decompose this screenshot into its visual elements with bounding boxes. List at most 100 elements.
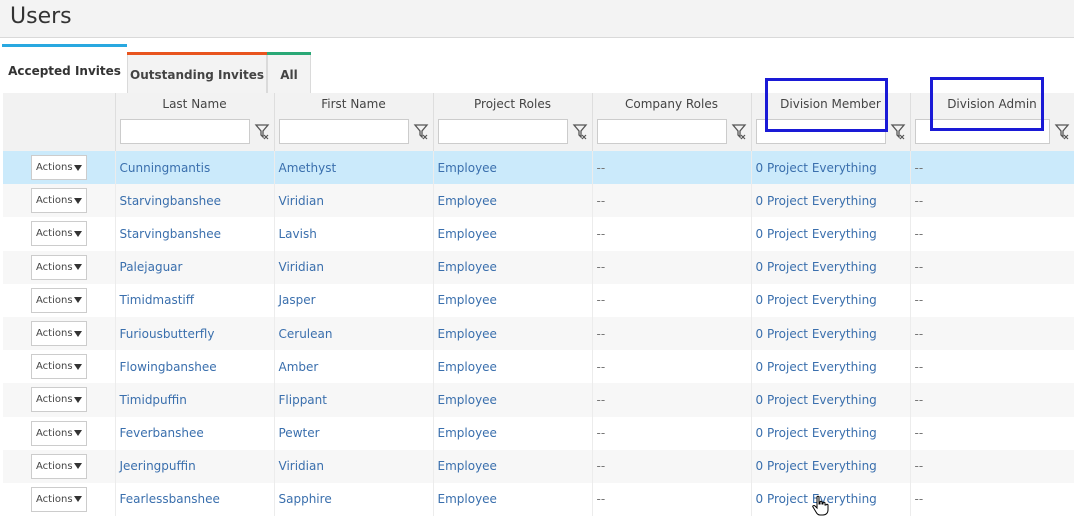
division-member-link[interactable]: 0 Project Everything xyxy=(751,283,911,317)
actions-dropdown-button[interactable]: Actions xyxy=(31,287,87,313)
caret-down-icon xyxy=(74,297,82,304)
funnel-icon[interactable] xyxy=(1054,121,1070,141)
table-row[interactable]: Actions Starvingbanshee Lavish Employee … xyxy=(3,217,1074,251)
table-row[interactable]: Actions Feverbanshee Pewter Employee -- … xyxy=(3,416,1074,450)
actions-cell: Actions xyxy=(3,350,116,384)
project-roles-link[interactable]: Employee xyxy=(433,416,593,450)
actions-dropdown-button[interactable]: Actions xyxy=(31,188,87,214)
division-member-link[interactable]: 0 Project Everything xyxy=(751,482,911,516)
actions-dropdown-button[interactable]: Actions xyxy=(31,420,87,446)
funnel-icon[interactable] xyxy=(413,121,429,141)
table-row[interactable]: Actions Palejaguar Viridian Employee -- … xyxy=(3,250,1074,284)
actions-dropdown-button[interactable]: Actions xyxy=(31,354,87,380)
first-name-link[interactable]: Lavish xyxy=(274,217,434,251)
first-name-link[interactable]: Flippant xyxy=(274,383,434,417)
funnel-icon[interactable] xyxy=(254,121,270,141)
table-row[interactable]: Actions Timidmastiff Jasper Employee -- … xyxy=(3,283,1074,317)
project-roles-link[interactable]: Employee xyxy=(433,383,593,417)
last-name-link[interactable]: Jeeringpuffin xyxy=(115,449,275,483)
actions-dropdown-button[interactable]: Actions xyxy=(31,453,87,479)
division-member-link[interactable]: 0 Project Everything xyxy=(751,416,911,450)
division-member-link[interactable]: 0 Project Everything xyxy=(751,383,911,417)
division-member-link[interactable]: 0 Project Everything xyxy=(751,151,911,185)
column-header-company-roles[interactable]: Company Roles xyxy=(592,93,752,151)
last-name-filter-input[interactable] xyxy=(119,119,250,144)
table-row[interactable]: Actions Starvingbanshee Viridian Employe… xyxy=(3,184,1074,218)
table-row[interactable]: Actions Cunningmantis Amethyst Employee … xyxy=(3,151,1074,185)
caret-down-icon xyxy=(74,396,82,403)
last-name-link[interactable]: Cunningmantis xyxy=(115,151,275,185)
last-name-link[interactable]: Furiousbutterfly xyxy=(115,316,275,351)
company-roles-filter-input[interactable] xyxy=(596,119,727,144)
column-header-last-name[interactable]: Last Name xyxy=(115,93,275,151)
last-name-link[interactable]: Timidpuffin xyxy=(115,383,275,417)
last-name-link[interactable]: Starvingbanshee xyxy=(115,184,275,218)
actions-label: Actions xyxy=(36,294,73,306)
last-name-link[interactable]: Timidmastiff xyxy=(115,283,275,317)
division-admin-cell: -- xyxy=(910,217,1074,251)
first-name-link[interactable]: Viridian xyxy=(274,449,434,483)
actions-cell: Actions xyxy=(3,217,116,251)
division-member-link[interactable]: 0 Project Everything xyxy=(751,184,911,218)
project-roles-link[interactable]: Employee xyxy=(433,184,593,218)
column-header-project-roles[interactable]: Project Roles xyxy=(433,93,593,151)
table-row[interactable]: Actions Fearlessbanshee Sapphire Employe… xyxy=(3,482,1074,516)
first-name-link[interactable]: Amethyst xyxy=(274,151,434,185)
division-member-link[interactable]: 0 Project Everything xyxy=(751,449,911,483)
division-member-link[interactable]: 0 Project Everything xyxy=(751,350,911,384)
first-name-link[interactable]: Sapphire xyxy=(274,482,434,516)
project-roles-link[interactable]: Employee xyxy=(433,283,593,317)
tab-outstanding-invites[interactable]: Outstanding Invites xyxy=(127,52,267,94)
actions-label: Actions xyxy=(36,195,73,207)
tab-accent-bar xyxy=(267,52,311,55)
funnel-icon[interactable] xyxy=(572,121,588,141)
table-row[interactable]: Actions Jeeringpuffin Viridian Employee … xyxy=(3,449,1074,483)
project-roles-filter-input[interactable] xyxy=(437,119,568,144)
project-roles-link[interactable]: Employee xyxy=(433,350,593,384)
actions-cell: Actions xyxy=(3,449,116,483)
filter-row xyxy=(119,119,270,145)
table-row[interactable]: Actions Timidpuffin Flippant Employee --… xyxy=(3,383,1074,417)
project-roles-link[interactable]: Employee xyxy=(433,151,593,185)
page-title: Users xyxy=(10,4,72,29)
first-name-link[interactable]: Viridian xyxy=(274,184,434,218)
project-roles-link[interactable]: Employee xyxy=(433,250,593,284)
first-name-link[interactable]: Viridian xyxy=(274,250,434,284)
division-admin-cell: -- xyxy=(910,449,1074,483)
last-name-link[interactable]: Feverbanshee xyxy=(115,416,275,450)
project-roles-link[interactable]: Employee xyxy=(433,449,593,483)
table-row[interactable]: Actions Flowingbanshee Amber Employee --… xyxy=(3,350,1074,384)
caret-down-icon xyxy=(74,230,82,237)
division-member-link[interactable]: 0 Project Everything xyxy=(751,250,911,284)
first-name-link[interactable]: Amber xyxy=(274,350,434,384)
tab-accepted-invites[interactable]: Accepted Invites xyxy=(2,44,127,94)
first-name-filter-input[interactable] xyxy=(278,119,409,144)
last-name-link[interactable]: Flowingbanshee xyxy=(115,350,275,384)
funnel-icon[interactable] xyxy=(890,121,906,141)
project-roles-link[interactable]: Employee xyxy=(433,217,593,251)
actions-dropdown-button[interactable]: Actions xyxy=(31,486,87,512)
project-roles-link[interactable]: Employee xyxy=(433,316,593,351)
tab-all[interactable]: All xyxy=(267,52,311,94)
first-name-link[interactable]: Jasper xyxy=(274,283,434,317)
last-name-link[interactable]: Palejaguar xyxy=(115,250,275,284)
column-header-first-name[interactable]: First Name xyxy=(274,93,434,151)
division-member-link[interactable]: 0 Project Everything xyxy=(751,316,911,351)
actions-dropdown-button[interactable]: Actions xyxy=(31,387,87,413)
filter-row xyxy=(437,119,588,145)
first-name-link[interactable]: Cerulean xyxy=(274,316,434,351)
project-roles-link[interactable]: Employee xyxy=(433,482,593,516)
division-admin-cell: -- xyxy=(910,151,1074,185)
first-name-link[interactable]: Pewter xyxy=(274,416,434,450)
actions-dropdown-button[interactable]: Actions xyxy=(31,321,87,347)
actions-dropdown-button[interactable]: Actions xyxy=(31,155,87,181)
division-member-link[interactable]: 0 Project Everything xyxy=(751,217,911,251)
actions-dropdown-button[interactable]: Actions xyxy=(31,221,87,247)
funnel-icon[interactable] xyxy=(731,121,747,141)
actions-dropdown-button[interactable]: Actions xyxy=(31,254,87,280)
tab-label: Accepted Invites xyxy=(8,63,121,78)
last-name-link[interactable]: Fearlessbanshee xyxy=(115,482,275,516)
table-row[interactable]: Actions Furiousbutterfly Cerulean Employ… xyxy=(3,316,1074,351)
last-name-link[interactable]: Starvingbanshee xyxy=(115,217,275,251)
company-roles-cell: -- xyxy=(592,217,752,251)
